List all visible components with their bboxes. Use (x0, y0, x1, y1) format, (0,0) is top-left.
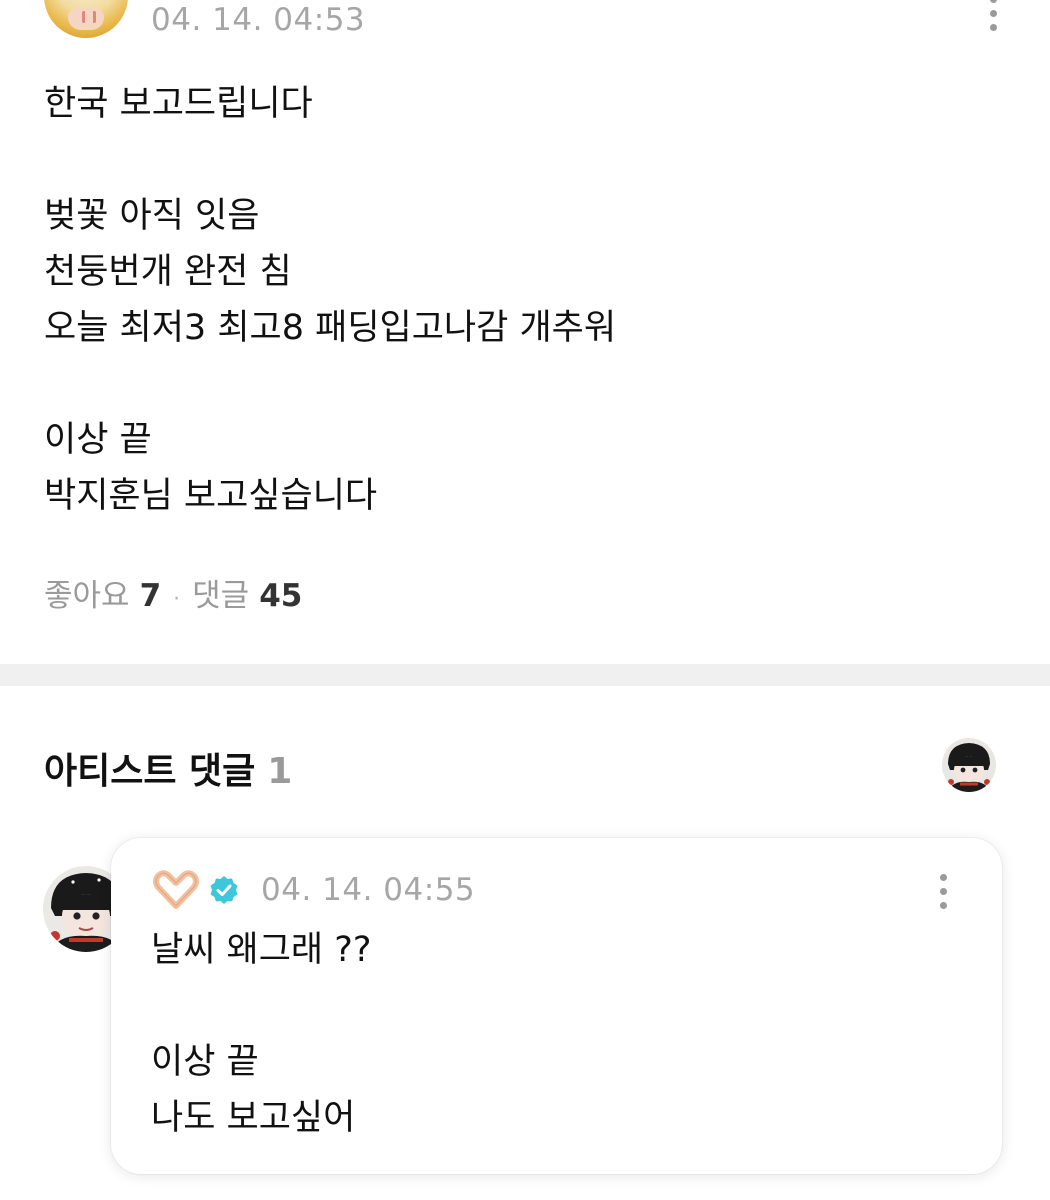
avatar-hands-graphic (68, 8, 104, 30)
heart-hands-icon (153, 870, 199, 909)
post-body: 한국 보고드립니다 벚꽃 아직 잇음 천둥번개 완전 침 오늘 최저3 최고8 … (44, 84, 617, 516)
comments-label[interactable]: 댓글 (192, 570, 249, 615)
post-stats: 좋아요 7 · 댓글 45 (44, 570, 302, 615)
artist-comments-count: 1 (267, 751, 293, 792)
artist-avatar-small[interactable] (942, 738, 996, 792)
comment-body: 날씨 왜그래 ?? 이상 끝 나도 보고싶어 (151, 930, 372, 1138)
section-divider (0, 664, 1050, 686)
post-timestamp: 04. 14. 04:53 (151, 2, 366, 38)
more-options-icon[interactable] (988, 0, 998, 38)
artist-avatar-illustration (942, 738, 996, 792)
comment-more-options-icon[interactable] (938, 874, 948, 916)
artist-comments-title: 아티스트 댓글 (44, 751, 256, 792)
stats-separator: · (173, 587, 181, 612)
likes-count: 7 (139, 578, 162, 614)
artist-comments-header: 아티스트 댓글 1 (44, 742, 292, 794)
comment-header: 04. 14. 04:55 (153, 870, 475, 910)
comment-timestamp: 04. 14. 04:55 (261, 872, 476, 908)
artist-comment-card: 04. 14. 04:55 날씨 왜그래 ?? 이상 끝 나도 보고싶어 (111, 838, 1002, 1174)
likes-label[interactable]: 좋아요 (44, 570, 130, 615)
comments-count: 45 (259, 578, 303, 614)
author-avatar[interactable] (44, 0, 128, 38)
verified-badge-icon (210, 876, 238, 904)
post: 04. 14. 04:53 한국 보고드립니다 벚꽃 아직 잇음 천둥번개 완전… (0, 0, 1050, 664)
